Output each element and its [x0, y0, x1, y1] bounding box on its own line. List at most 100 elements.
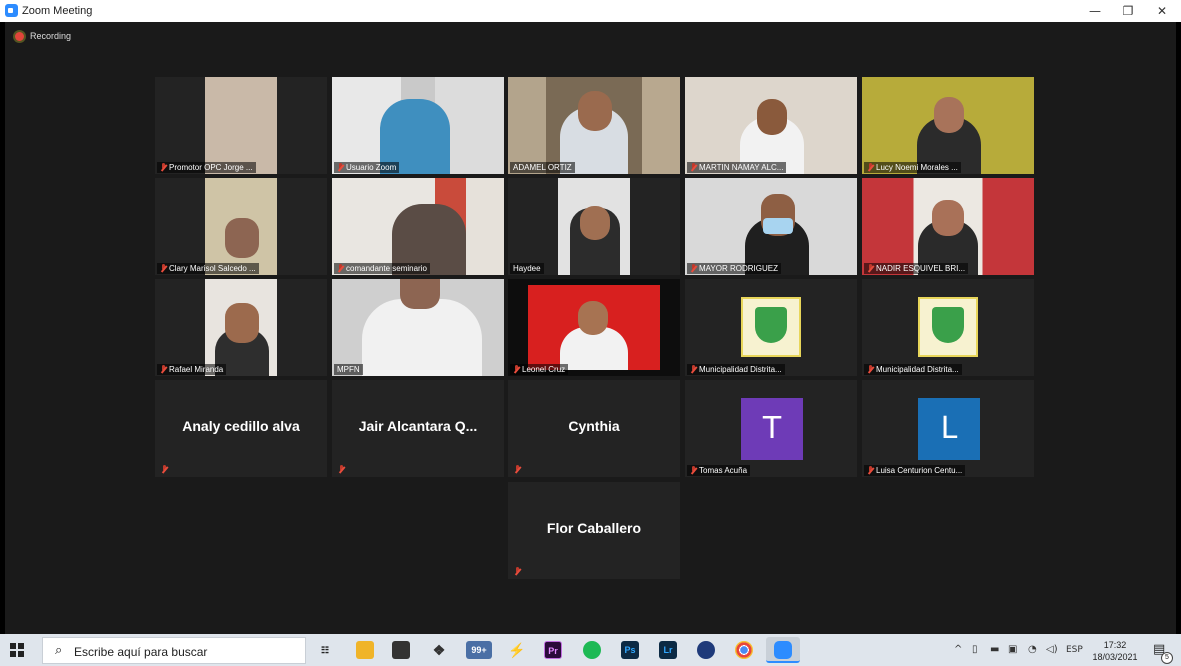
task-view-icon[interactable]: ☷	[316, 641, 334, 659]
participant-name-tag: Leonel Cruz	[510, 364, 569, 375]
muted-mic-icon	[690, 365, 697, 374]
participant-avatar: T	[741, 398, 803, 460]
power-automate-icon[interactable]: ⚡	[508, 641, 526, 659]
participant-name-tag: ADAMEL ORTIZ	[510, 162, 575, 173]
participant-name-tag: Haydee	[510, 263, 544, 274]
system-clock[interactable]: 17:32 18/03/2021	[1090, 639, 1140, 663]
participant-display-name: Analy cedillo alva	[182, 418, 300, 434]
meeting-gallery: Recording Promotor OPC Jorge ... Usuario…	[5, 22, 1176, 634]
network-icon[interactable]: ◔	[1028, 644, 1037, 655]
video-tile[interactable]: Municipalidad Distrita...	[685, 279, 857, 376]
muted-mic-icon	[690, 163, 697, 172]
video-tile[interactable]: Municipalidad Distrita...	[862, 279, 1034, 376]
participant-name-tag: Rafael Miranda	[157, 364, 227, 375]
photoshop-icon[interactable]: Ps	[621, 641, 639, 659]
video-tile[interactable]: comandante seminario	[332, 178, 504, 275]
face-mask	[763, 218, 793, 234]
file-explorer-icon[interactable]	[356, 641, 374, 659]
video-person-face	[580, 206, 610, 240]
dropbox-icon[interactable]: ❖	[430, 641, 448, 659]
video-tile[interactable]: Clary Marisol Salcedo ...	[155, 178, 327, 275]
language-indicator[interactable]: ESP	[1066, 645, 1083, 655]
video-tile[interactable]: NADIR ESQUIVEL BRI...	[862, 178, 1034, 275]
video-tile[interactable]: Rafael Miranda	[155, 279, 327, 376]
video-person-face	[578, 301, 608, 335]
video-tile[interactable]: Leonel Cruz	[508, 279, 680, 376]
video-tile-off[interactable]: Analy cedillo alva	[155, 380, 327, 477]
zoom-icon	[774, 641, 792, 659]
video-tile[interactable]: MAYOR RODRIGUEZ	[685, 178, 857, 275]
video-person-face	[400, 279, 440, 309]
recording-indicator[interactable]: Recording	[15, 31, 71, 41]
video-tile-off[interactable]: Flor Caballero	[508, 482, 680, 579]
muted-mic-icon	[161, 465, 168, 474]
participant-name-tag: MAYOR RODRIGUEZ	[687, 263, 781, 274]
recording-dot-icon	[15, 31, 24, 41]
participant-name-tag: Luisa Centurion Centu...	[864, 465, 966, 476]
notification-count-badge: 5	[1161, 652, 1173, 664]
participant-display-name: Cynthia	[568, 418, 620, 434]
cloud-icon[interactable]: 99+	[466, 641, 492, 659]
store-icon[interactable]	[392, 641, 410, 659]
taskbar-search-box[interactable]: ⌕ Escribe aquí para buscar	[42, 637, 306, 664]
muted-mic-icon	[514, 567, 521, 576]
video-person-face	[578, 91, 612, 131]
tray-overflow-chevron[interactable]: ^	[954, 644, 962, 655]
windows-taskbar: ⌕ Escribe aquí para buscar ☷ ❖ 99+ ⚡ Pr …	[0, 634, 1181, 666]
restore-button[interactable]: ❐	[1113, 2, 1143, 20]
participant-name-tag: Lucy Noemi Morales ...	[864, 162, 961, 173]
app-icon[interactable]	[697, 641, 715, 659]
muted-mic-icon	[867, 163, 874, 172]
video-tile[interactable]: MPFN	[332, 279, 504, 376]
participant-name-tag: comandante seminario	[334, 263, 430, 274]
video-tile[interactable]: Haydee	[508, 178, 680, 275]
coat-of-arms-icon	[755, 307, 787, 343]
device-icon[interactable]: ▯	[972, 644, 978, 655]
premiere-icon[interactable]: Pr	[544, 641, 562, 659]
muted-mic-icon	[338, 465, 345, 474]
video-person-face	[757, 99, 787, 135]
spotify-icon[interactable]	[583, 641, 601, 659]
participant-name-tag: NADIR ESQUIVEL BRI...	[864, 263, 969, 274]
participant-name-tag: Tomas Acuña	[687, 465, 751, 476]
recording-label: Recording	[30, 31, 72, 41]
search-placeholder: Escribe aquí para buscar	[74, 645, 208, 659]
video-tile-active-speaker[interactable]: ADAMEL ORTIZ	[508, 77, 680, 174]
video-tile-avatar[interactable]: T Tomas Acuña	[685, 380, 857, 477]
video-tile-off[interactable]: Cynthia	[508, 380, 680, 477]
muted-mic-icon	[514, 465, 521, 474]
clock-date: 18/03/2021	[1092, 652, 1138, 662]
minimize-button[interactable]: —	[1080, 2, 1110, 20]
chrome-icon[interactable]	[735, 641, 753, 659]
volume-icon[interactable]: ◁)	[1046, 644, 1058, 655]
video-person-face	[225, 218, 259, 258]
video-tile[interactable]: Promotor OPC Jorge ...	[155, 77, 327, 174]
muted-mic-icon	[160, 365, 167, 374]
battery-icon[interactable]: ▬	[990, 644, 999, 655]
video-tile[interactable]: MARTIN NAMAY ALC...	[685, 77, 857, 174]
video-tile[interactable]: Usuario Zoom	[332, 77, 504, 174]
window-title-bar: Zoom Meeting — ❐ ✕	[0, 0, 1181, 22]
display-icon[interactable]: ▣	[1008, 644, 1017, 655]
zoom-logo-icon	[5, 4, 18, 17]
muted-mic-icon	[867, 466, 874, 475]
video-tile-avatar[interactable]: L Luisa Centurion Centu...	[862, 380, 1034, 477]
video-tile[interactable]: Lucy Noemi Morales ...	[862, 77, 1034, 174]
muted-mic-icon	[690, 466, 697, 475]
muted-mic-icon	[337, 264, 344, 273]
participant-avatar: L	[918, 398, 980, 460]
muted-mic-icon	[690, 264, 697, 273]
lightroom-icon[interactable]: Lr	[659, 641, 677, 659]
windows-start-button[interactable]	[10, 643, 24, 657]
participant-display-name: Jair Alcantara Q...	[358, 418, 478, 434]
video-person-face	[932, 200, 964, 236]
clock-time: 17:32	[1103, 640, 1127, 650]
video-person-face	[934, 97, 964, 133]
participant-name-tag: Usuario Zoom	[334, 162, 400, 173]
video-person	[362, 299, 482, 376]
coat-of-arms-icon	[932, 307, 964, 343]
close-button[interactable]: ✕	[1147, 2, 1177, 20]
video-tile-off[interactable]: Jair Alcantara Q...	[332, 380, 504, 477]
search-icon: ⌕	[55, 643, 63, 658]
participant-name-tag: Clary Marisol Salcedo ...	[157, 263, 259, 274]
